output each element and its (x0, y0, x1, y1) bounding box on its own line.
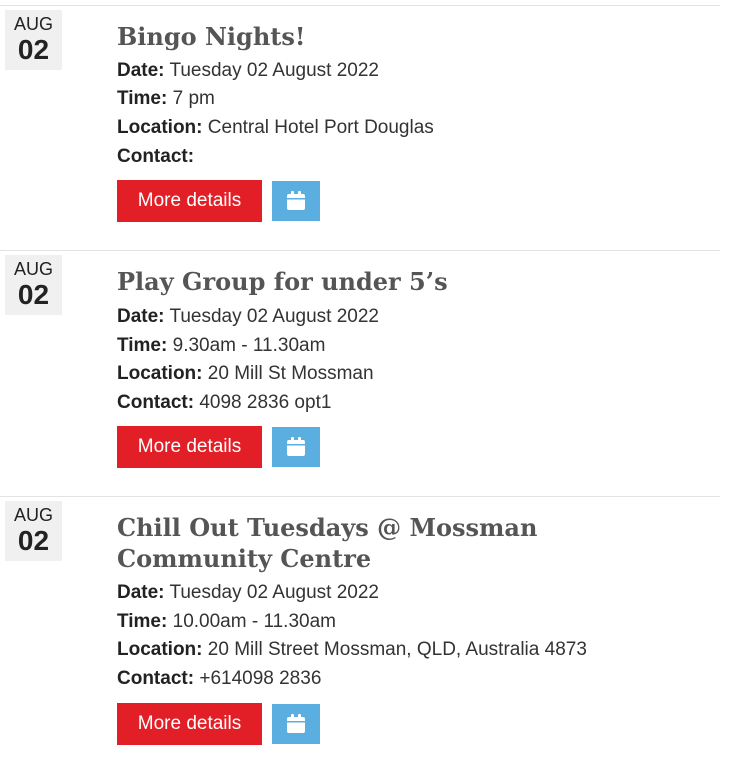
date-day: 02 (17, 279, 50, 310)
more-details-button[interactable]: More details (117, 703, 262, 745)
location-value: 20 Mill Street Mossman, QLD, Australia 4… (207, 639, 587, 660)
date-label: Date: (117, 306, 165, 327)
event-location-row: Location: 20 Mill Street Mossman, QLD, A… (117, 639, 587, 661)
more-details-button[interactable]: More details (117, 426, 262, 468)
event-contact-row: Contact: +614098 2836 (117, 668, 321, 690)
event-title[interactable]: Play Group for under 5’s (117, 266, 697, 297)
date-badge: AUG 02 (5, 10, 62, 70)
date-day: 02 (17, 34, 50, 65)
date-day: 02 (17, 525, 50, 556)
event-item: AUG 02 Bingo Nights! Date: Tuesday 02 Au… (0, 5, 720, 251)
location-value: Central Hotel Port Douglas (207, 117, 434, 138)
calendar-icon (287, 714, 305, 733)
time-label: Time: (117, 611, 168, 632)
event-item: AUG 02 Play Group for under 5’s Date: Tu… (0, 250, 720, 497)
calendar-icon (287, 191, 305, 210)
date-badge: AUG 02 (5, 255, 62, 315)
date-label: Date: (117, 582, 165, 603)
add-to-calendar-button[interactable] (272, 181, 320, 221)
date-value: Tuesday 02 August 2022 (169, 60, 379, 81)
event-location-row: Location: 20 Mill St Mossman (117, 363, 374, 385)
location-value: 20 Mill St Mossman (207, 363, 374, 384)
event-contact-row: Contact: (117, 146, 194, 168)
date-label: Date: (117, 60, 165, 81)
date-value: Tuesday 02 August 2022 (169, 582, 379, 603)
location-label: Location: (117, 639, 203, 660)
calendar-icon (287, 437, 305, 456)
date-month: AUG (13, 14, 53, 34)
event-time-row: Time: 10.00am - 11.30am (117, 611, 336, 633)
date-value: Tuesday 02 August 2022 (169, 306, 379, 327)
event-date-row: Date: Tuesday 02 August 2022 (117, 582, 379, 604)
add-to-calendar-button[interactable] (272, 704, 320, 744)
event-title[interactable]: Chill Out Tuesdays @ Mossman Community C… (117, 512, 697, 574)
date-month: AUG (13, 259, 53, 279)
time-value: 10.00am - 11.30am (172, 611, 336, 632)
contact-label: Contact: (117, 146, 195, 167)
location-label: Location: (117, 363, 203, 384)
more-details-button[interactable]: More details (117, 180, 262, 222)
contact-value: 4098 2836 opt1 (199, 392, 332, 413)
event-location-row: Location: Central Hotel Port Douglas (117, 117, 434, 139)
time-label: Time: (117, 88, 168, 109)
contact-value: +614098 2836 (199, 668, 322, 689)
event-date-row: Date: Tuesday 02 August 2022 (117, 306, 379, 328)
time-label: Time: (117, 335, 168, 356)
event-item: AUG 02 Chill Out Tuesdays @ Mossman Comm… (0, 496, 720, 759)
time-value: 9.30am - 11.30am (172, 335, 326, 356)
event-time-row: Time: 7 pm (117, 88, 215, 110)
time-value: 7 pm (172, 88, 215, 109)
contact-label: Contact: (117, 668, 195, 689)
event-time-row: Time: 9.30am - 11.30am (117, 335, 325, 357)
event-contact-row: Contact: 4098 2836 opt1 (117, 392, 331, 414)
location-label: Location: (117, 117, 203, 138)
date-month: AUG (13, 505, 53, 525)
event-date-row: Date: Tuesday 02 August 2022 (117, 60, 379, 82)
event-title[interactable]: Bingo Nights! (117, 21, 697, 52)
add-to-calendar-button[interactable] (272, 427, 320, 467)
date-badge: AUG 02 (5, 501, 62, 561)
contact-label: Contact: (117, 392, 195, 413)
